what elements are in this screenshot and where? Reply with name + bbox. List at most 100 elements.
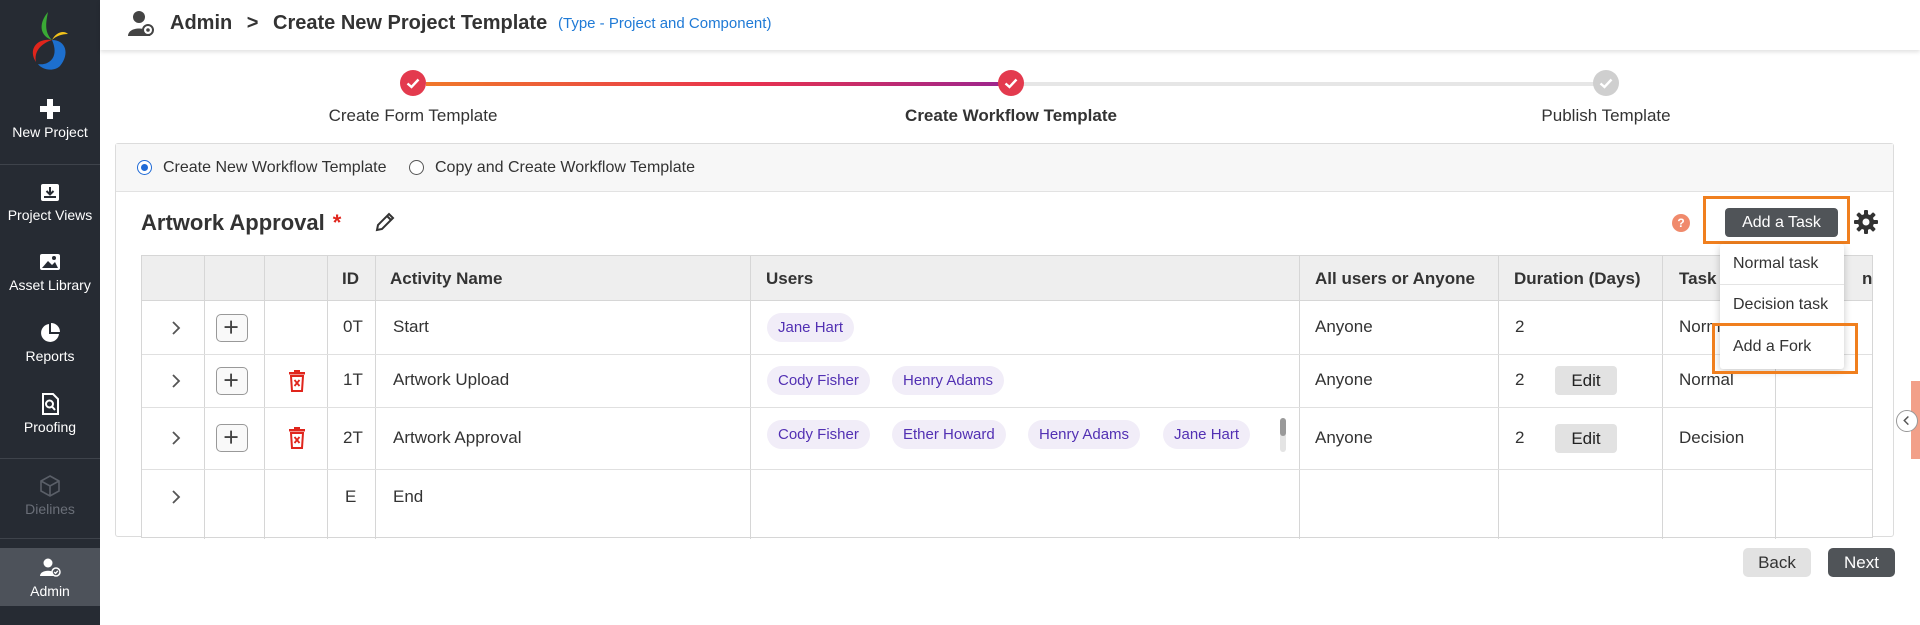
sidebar-item-proofing[interactable]: Proofing xyxy=(0,393,100,453)
step-progress-line xyxy=(426,82,1012,86)
user-chip: Henry Adams xyxy=(892,366,1005,395)
header-id: ID xyxy=(342,269,359,288)
add-subtask-button[interactable] xyxy=(216,367,248,395)
header-activity: Activity Name xyxy=(390,269,503,288)
step-remaining-line xyxy=(1012,82,1606,86)
workflow-table: ID Activity Name Users All users or Anyo… xyxy=(141,255,1873,539)
sidebar-divider xyxy=(0,164,100,165)
chevron-right-icon[interactable] xyxy=(169,320,183,336)
users-scrollbar[interactable] xyxy=(1280,418,1286,452)
row-activity: End xyxy=(393,487,424,506)
add-fork-highlight xyxy=(1712,323,1858,374)
breadcrumb-section[interactable]: Admin xyxy=(170,12,232,34)
template-type-note: (Type - Project and Component) xyxy=(558,15,772,32)
row-task-type: Decision xyxy=(1679,428,1745,447)
sidebar-item-label: Dielines xyxy=(25,501,75,517)
sidebar: New Project Project Views Asset Library … xyxy=(0,0,100,625)
sidebar-item-label: Reports xyxy=(25,348,75,364)
table-row: 0T Start Jane Hart Anyone 2 Norm xyxy=(142,302,1872,354)
header-duration: Duration (Days) xyxy=(1514,269,1641,288)
workflow-name: Artwork Approval xyxy=(141,210,325,235)
chevron-left-icon xyxy=(1903,415,1909,426)
copy-create-radio[interactable] xyxy=(409,160,424,175)
workflow-title: Artwork Approval * xyxy=(141,210,341,236)
sidebar-item-asset-library[interactable]: Asset Library xyxy=(0,251,100,311)
user-chip: Ether Howard xyxy=(892,420,1006,449)
row-id: 0T xyxy=(343,317,363,336)
sidebar-divider xyxy=(0,458,100,459)
row-duration: 2 xyxy=(1515,370,1525,389)
back-button[interactable]: Back xyxy=(1743,548,1811,577)
add-subtask-button[interactable] xyxy=(216,314,248,342)
breadcrumb-separator: > xyxy=(246,12,259,34)
pie-chart-icon xyxy=(41,323,60,342)
row-all-or-anyone: Anyone xyxy=(1315,317,1373,336)
row-activity: Start xyxy=(393,317,429,336)
page-title: Create New Project Template xyxy=(273,12,548,34)
sidebar-item-label: New Project xyxy=(12,124,88,140)
add-subtask-button[interactable] xyxy=(216,424,248,452)
header-all-or-anyone: All users or Anyone xyxy=(1315,269,1475,288)
box-icon xyxy=(40,475,60,497)
menu-item-normal-task[interactable]: Normal task xyxy=(1720,244,1844,284)
collapse-panel-button[interactable] xyxy=(1896,410,1918,432)
sidebar-divider xyxy=(0,538,100,539)
next-button[interactable]: Next xyxy=(1828,548,1895,577)
step-1-label: Create Form Template xyxy=(328,106,498,125)
table-row: E End xyxy=(142,470,1872,524)
row-id: 1T xyxy=(343,370,363,389)
row-activity: Artwork Approval xyxy=(393,428,522,447)
user-chip: Cody Fisher xyxy=(767,366,870,395)
create-new-radio[interactable] xyxy=(137,160,152,175)
row-id: E xyxy=(345,487,357,506)
required-mark: * xyxy=(332,210,342,235)
row-duration: 2 xyxy=(1515,428,1525,447)
step-2-check-icon xyxy=(998,70,1024,96)
archive-icon xyxy=(41,184,59,201)
header-users: Users xyxy=(766,269,814,288)
sidebar-item-dielines: Dielines xyxy=(0,475,100,535)
sidebar-item-label: Project Views xyxy=(7,207,93,223)
gear-icon[interactable] xyxy=(1853,209,1879,235)
table-header: ID Activity Name Users All users or Anyo… xyxy=(142,256,1872,301)
delete-icon[interactable] xyxy=(287,370,307,392)
user-chip: Henry Adams xyxy=(1028,420,1141,449)
create-new-label[interactable]: Create New Workflow Template xyxy=(163,159,387,177)
edit-button[interactable]: Edit xyxy=(1555,424,1617,453)
template-option-bar: Create New Workflow Template Copy and Cr… xyxy=(116,144,1893,192)
step-1-check-icon xyxy=(400,70,426,96)
sidebar-item-reports[interactable]: Reports xyxy=(0,322,100,382)
search-document-icon xyxy=(42,393,59,415)
app-logo xyxy=(32,12,68,70)
step-3-check-icon xyxy=(1593,70,1619,96)
menu-item-decision-task[interactable]: Decision task xyxy=(1720,285,1844,325)
chevron-right-icon[interactable] xyxy=(169,373,183,389)
copy-create-label[interactable]: Copy and Create Workflow Template xyxy=(435,159,695,177)
image-icon xyxy=(40,254,60,270)
pencil-icon[interactable] xyxy=(374,211,396,233)
sidebar-item-label: Admin xyxy=(30,583,70,599)
admin-user-icon xyxy=(40,558,61,577)
delete-icon[interactable] xyxy=(287,427,307,449)
breadcrumb: Admin > Create New Project Template xyxy=(170,12,547,35)
row-duration: 2 xyxy=(1515,317,1525,336)
add-task-button[interactable]: Add a Task xyxy=(1725,208,1838,237)
row-activity: Artwork Upload xyxy=(393,370,510,389)
sidebar-item-new-project[interactable]: New Project xyxy=(0,98,100,158)
sidebar-item-project-views[interactable]: Project Views xyxy=(0,181,100,241)
row-all-or-anyone: Anyone xyxy=(1315,370,1373,389)
step-2-label: Create Workflow Template xyxy=(905,106,1117,125)
row-all-or-anyone: Anyone xyxy=(1315,428,1373,447)
workflow-panel: Create New Workflow Template Copy and Cr… xyxy=(115,143,1894,539)
step-3-label: Publish Template xyxy=(1541,106,1671,125)
edit-button[interactable]: Edit xyxy=(1555,366,1617,395)
sidebar-item-label: Asset Library xyxy=(9,277,91,293)
chevron-right-icon[interactable] xyxy=(169,430,183,446)
admin-user-icon xyxy=(128,11,154,36)
table-row: 1T Artwork Upload Cody Fisher Henry Adam… xyxy=(142,355,1872,407)
sidebar-item-admin[interactable]: Admin xyxy=(0,548,100,606)
row-id: 2T xyxy=(343,428,363,447)
help-icon[interactable]: ? xyxy=(1672,214,1690,232)
table-row: 2T Artwork Approval Cody Fisher Ether Ho… xyxy=(142,408,1872,469)
chevron-right-icon[interactable] xyxy=(169,489,183,505)
